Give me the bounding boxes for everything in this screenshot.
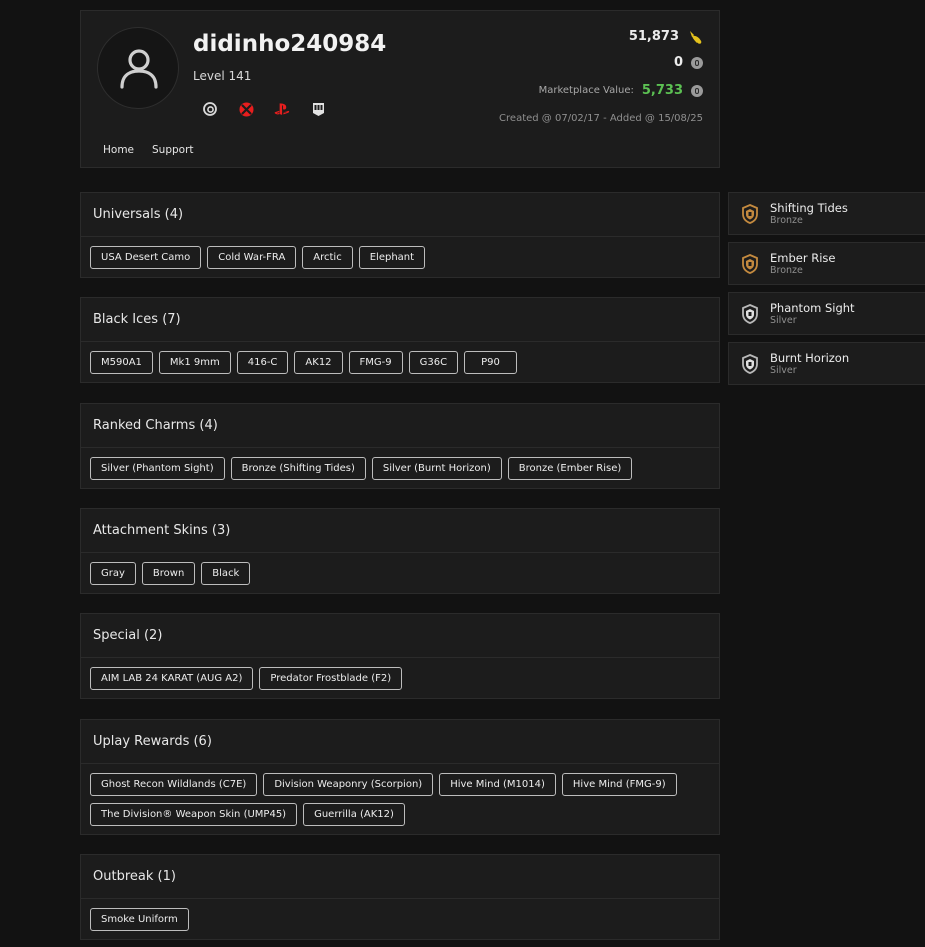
platform-links [202,101,326,117]
rank-tier: Bronze [770,215,803,226]
item-tag[interactable]: AIM LAB 24 KARAT (AUG A2) [90,667,254,690]
item-tag[interactable]: FMG-9 [348,351,403,374]
username: didinho240984 [193,31,387,57]
item-tag[interactable]: AK12 [294,351,343,374]
section-outbreak: Outbreak (1) Smoke Uniform [80,854,720,940]
playstation-icon[interactable] [274,101,290,117]
section-title: Special (2) [81,614,719,658]
tag-list: Ghost Recon Wildlands (C7E) Division Wea… [81,764,719,834]
rank-season: Ember Rise [770,251,836,265]
profile-card: didinho240984 Level 141 51,873 0 Marketp… [80,10,720,168]
item-tag[interactable]: Cold War-FRA [207,246,297,269]
item-tag[interactable]: Silver (Burnt Horizon) [371,457,502,480]
renown-icon [690,30,702,44]
item-tag[interactable]: USA Desert Camo [90,246,202,269]
rank-card: Phantom Sight Silver [728,292,925,335]
silver-rank-icon [742,354,758,374]
marketplace-label: Marketplace Value: [538,85,634,96]
marketplace-value-stat: Marketplace Value: 5,733 [539,83,703,98]
section-black-ices: Black Ices (7) M590A1 Mk1 9mm 416-C AK12… [80,297,720,383]
item-tag[interactable]: Bronze (Shifting Tides) [230,457,366,480]
section-title: Outbreak (1) [81,855,719,899]
item-tag[interactable]: Division Weaponry (Scorpion) [263,773,434,796]
section-uplay-rewards: Uplay Rewards (6) Ghost Recon Wildlands … [80,719,720,835]
ubisoft-icon[interactable] [202,101,218,117]
nav-home-link[interactable]: Home [103,144,134,156]
epic-games-icon[interactable] [310,101,326,117]
bronze-rank-icon [742,204,758,224]
tag-list: AIM LAB 24 KARAT (AUG A2) Predator Frost… [81,658,719,698]
tag-list: Gray Brown Black [81,553,719,593]
profile-nav: Home Support [103,144,194,156]
section-universals: Universals (4) USA Desert Camo Cold War-… [80,192,720,278]
item-tag[interactable]: The Division® Weapon Skin (UMP45) [90,803,298,826]
rank-card: Ember Rise Bronze [728,242,925,285]
section-title: Uplay Rewards (6) [81,720,719,764]
marketplace-value: 5,733 [641,83,683,98]
item-tag[interactable]: Predator Frostblade (F2) [259,667,403,690]
r6-credits-icon [691,56,703,69]
item-tag[interactable]: Silver (Phantom Sight) [90,457,225,480]
section-special: Special (2) AIM LAB 24 KARAT (AUG A2) Pr… [80,613,720,699]
item-tag[interactable]: Mk1 9mm [158,351,231,374]
credits-value: 0 [673,55,683,70]
renown-stat: 51,873 [629,29,703,44]
bronze-rank-icon [742,254,758,274]
rank-card: Shifting Tides Bronze [728,192,925,235]
rank-season: Shifting Tides [770,201,848,215]
nav-support-link[interactable]: Support [152,144,194,156]
avatar [97,27,179,109]
rank-tier: Bronze [770,265,803,276]
item-tag[interactable]: Gray [90,562,136,585]
account-dates: Created @ 07/02/17 - Added @ 15/08/25 [499,113,703,124]
rank-tier: Silver [770,315,797,326]
section-title: Attachment Skins (3) [81,509,719,553]
item-tag[interactable]: Hive Mind (M1014) [439,773,556,796]
xbox-icon[interactable] [238,101,254,117]
item-tag[interactable]: 416-C [236,351,289,374]
user-icon [120,49,158,89]
rank-card: Burnt Horizon Silver [728,342,925,385]
item-tag[interactable]: Black [201,562,251,585]
section-ranked-charms: Ranked Charms (4) Silver (Phantom Sight)… [80,403,720,489]
rank-season: Burnt Horizon [770,351,850,365]
player-level: Level 141 [193,69,252,83]
renown-value: 51,873 [628,29,679,44]
section-attachment-skins: Attachment Skins (3) Gray Brown Black [80,508,720,594]
silver-rank-icon [742,304,758,324]
item-tag[interactable]: Brown [141,562,196,585]
tag-list: Smoke Uniform [81,899,719,939]
rank-tier: Silver [770,365,797,376]
item-tag[interactable]: Hive Mind (FMG-9) [561,773,677,796]
section-title: Universals (4) [81,193,719,237]
section-title: Black Ices (7) [81,298,719,342]
item-tag[interactable]: G36C [408,351,459,374]
tag-list: USA Desert Camo Cold War-FRA Arctic Elep… [81,237,719,277]
credits-stat: 0 [674,55,703,70]
item-tag[interactable]: Arctic [302,246,353,269]
item-tag[interactable]: Guerrilla (AK12) [303,803,405,826]
tag-list: Silver (Phantom Sight) Bronze (Shifting … [81,448,719,488]
item-tag[interactable]: Smoke Uniform [90,908,189,931]
r6-credits-icon [691,84,703,97]
section-title: Ranked Charms (4) [81,404,719,448]
item-tag[interactable]: Ghost Recon Wildlands (C7E) [90,773,258,796]
item-tag[interactable]: Bronze (Ember Rise) [507,457,633,480]
item-tag[interactable]: M590A1 [90,351,153,374]
item-tag[interactable]: Elephant [358,246,426,269]
item-tag[interactable]: P90 [464,351,517,374]
rank-season: Phantom Sight [770,301,855,315]
tag-list: M590A1 Mk1 9mm 416-C AK12 FMG-9 G36C P90 [81,342,719,382]
